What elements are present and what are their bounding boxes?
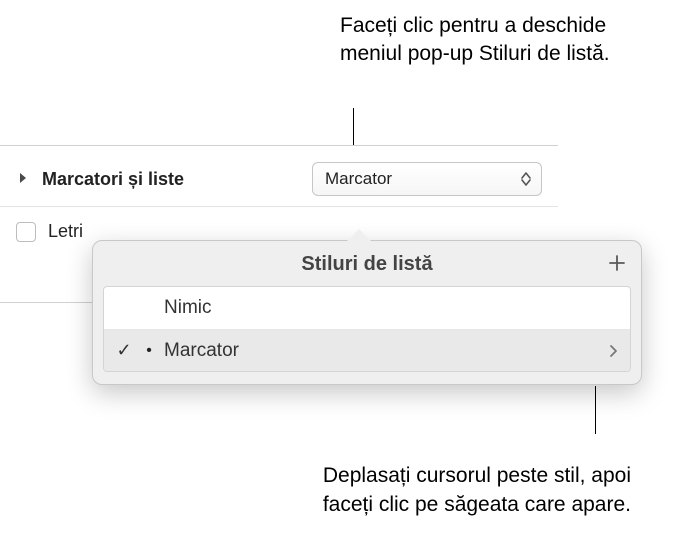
- add-style-button[interactable]: [607, 251, 627, 277]
- annotation-open-popup: Faceți clic pentru a deschide meniul pop…: [340, 12, 640, 69]
- popup-value: Marcator: [325, 169, 392, 189]
- popover-title-text: Stiluri de listă: [301, 253, 432, 275]
- list-styles-popover: Stiluri de listă Nimic ✓ • Marcator: [92, 240, 642, 385]
- style-list: Nimic ✓ • Marcator: [103, 286, 631, 372]
- item-label: Marcator: [164, 340, 599, 362]
- annotation-hover-arrow: Deplasați cursorul peste stil, apoi face…: [311, 462, 631, 519]
- checkmark-icon: ✓: [114, 340, 134, 361]
- item-label: Nimic: [164, 297, 618, 319]
- list-item-nimic[interactable]: Nimic: [104, 287, 630, 329]
- checkbox[interactable]: [16, 222, 36, 242]
- section-title: Marcatori și liste: [42, 169, 184, 190]
- row2-label: Letri: [48, 221, 83, 242]
- updown-chevron-icon: [517, 167, 535, 191]
- list-item-marcator[interactable]: ✓ • Marcator: [104, 329, 630, 371]
- popover-title: Stiluri de listă: [93, 241, 641, 286]
- chevron-right-icon[interactable]: [609, 344, 618, 358]
- callout-line-bottom: [595, 386, 596, 434]
- list-style-popup-button[interactable]: Marcator: [312, 162, 542, 196]
- disclosure-icon[interactable]: [16, 171, 30, 187]
- bullet-icon: •: [144, 342, 154, 360]
- bullets-lists-row: Marcatori și liste Marcator: [0, 146, 558, 207]
